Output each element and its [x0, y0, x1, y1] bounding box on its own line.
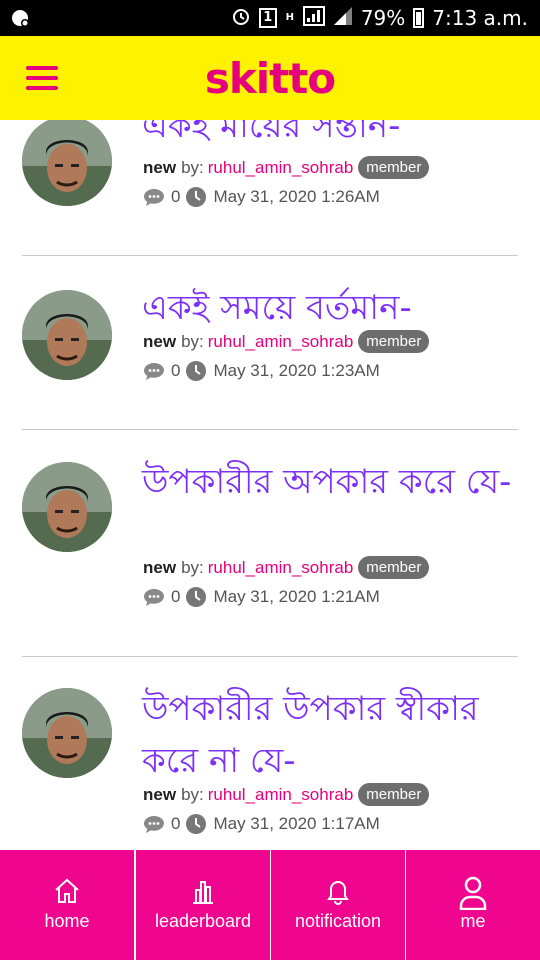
- author-link[interactable]: ruhul_amin_sohrab: [208, 332, 354, 352]
- battery-icon: [413, 8, 425, 28]
- by-label: by:: [181, 784, 204, 804]
- notification-icon: [10, 7, 32, 29]
- post-date: May 31, 2020 1:17AM: [213, 814, 380, 833]
- post-item[interactable]: উপকারীর উপকার স্বীকার করে না যে- new by:…: [22, 657, 518, 850]
- author-link[interactable]: ruhul_amin_sohrab: [208, 558, 354, 578]
- by-label: by:: [181, 557, 204, 577]
- signal-strength-icon: [333, 6, 353, 31]
- comment-count: 0: [171, 187, 181, 206]
- nav-home-label: home: [44, 911, 90, 931]
- post-title-link[interactable]: উপকারীর অপকার করে যে-: [142, 456, 512, 508]
- bar-chart-icon: [136, 876, 270, 908]
- nav-leaderboard-label: leaderboard: [154, 911, 252, 931]
- alarm-icon: [231, 6, 251, 31]
- app-header: skitto: [0, 36, 540, 120]
- avatar[interactable]: [22, 120, 112, 206]
- clock-icon: [185, 586, 207, 608]
- sim-indicator: 1: [258, 8, 277, 28]
- nav-home[interactable]: home: [0, 850, 134, 960]
- battery-percent: 79%: [360, 6, 406, 30]
- post-title-link[interactable]: একই সময়ে বর্তমান-: [142, 282, 512, 334]
- post-stats: 0 May 31, 2020 1:23AM: [143, 360, 380, 382]
- clock: 7:13 a.m.: [432, 6, 528, 30]
- post-date: May 31, 2020 1:23AM: [213, 361, 380, 380]
- brand-logo[interactable]: skitto: [0, 54, 540, 103]
- comment-count: 0: [171, 587, 181, 606]
- post-date: May 31, 2020 1:26AM: [213, 187, 380, 206]
- comment-count: 0: [171, 361, 181, 380]
- post-title-link[interactable]: একই মায়ের সন্তান-: [142, 120, 512, 152]
- clock-icon: [185, 186, 207, 208]
- post-meta: new by: ruhul_amin_sohrab member: [143, 156, 430, 179]
- role-badge: member: [358, 783, 430, 806]
- signal-icon: [302, 5, 325, 31]
- status-label: new: [143, 557, 177, 577]
- comment-icon: [143, 813, 165, 835]
- author-link[interactable]: ruhul_amin_sohrab: [208, 158, 354, 178]
- nav-leaderboard[interactable]: leaderboard: [136, 850, 270, 960]
- avatar[interactable]: [22, 688, 112, 778]
- clock-icon: [185, 360, 207, 382]
- nav-me[interactable]: me: [406, 850, 540, 960]
- post-stats: 0 May 31, 2020 1:26AM: [143, 186, 380, 208]
- post-item[interactable]: একই সময়ে বর্তমান- new by: ruhul_amin_so…: [22, 256, 518, 430]
- post-date: May 31, 2020 1:21AM: [213, 587, 380, 606]
- role-badge: member: [358, 330, 430, 353]
- post-meta: new by: ruhul_amin_sohrab member: [143, 783, 430, 806]
- role-badge: member: [358, 156, 430, 179]
- status-label: new: [143, 331, 177, 351]
- post-stats: 0 May 31, 2020 1:17AM: [143, 813, 380, 835]
- home-icon: [0, 876, 134, 908]
- nav-me-label: me: [460, 911, 486, 931]
- clock-icon: [185, 813, 207, 835]
- role-badge: member: [358, 556, 430, 579]
- user-icon: [406, 876, 540, 910]
- comment-icon: [143, 586, 165, 608]
- nav-notification[interactable]: notification: [271, 850, 405, 960]
- comment-icon: [143, 186, 165, 208]
- status-label: new: [143, 157, 177, 177]
- status-label: new: [143, 784, 177, 804]
- author-link[interactable]: ruhul_amin_sohrab: [208, 785, 354, 805]
- post-stats: 0 May 31, 2020 1:21AM: [143, 586, 380, 608]
- post-title-link[interactable]: উপকারীর উপকার স্বীকার করে না যে-: [142, 683, 512, 787]
- by-label: by:: [181, 157, 204, 177]
- post-feed[interactable]: একই মায়ের সন্তান- new by: ruhul_amin_so…: [0, 120, 540, 850]
- comment-count: 0: [171, 814, 181, 833]
- bottom-navigation: home leaderboard notification me: [0, 850, 540, 960]
- post-item[interactable]: একই মায়ের সন্তান- new by: ruhul_amin_so…: [22, 120, 518, 256]
- nav-notification-label: notification: [294, 911, 382, 931]
- comment-icon: [143, 360, 165, 382]
- post-meta: new by: ruhul_amin_sohrab member: [143, 556, 430, 579]
- avatar[interactable]: [22, 290, 112, 380]
- post-meta: new by: ruhul_amin_sohrab member: [143, 330, 430, 353]
- post-item[interactable]: উপকারীর অপকার করে যে- new by: ruhul_amin…: [22, 430, 518, 657]
- status-bar: 1 H 79% 7:13 a.m.: [0, 0, 540, 36]
- by-label: by:: [181, 331, 204, 351]
- network-type: H: [285, 12, 294, 23]
- avatar[interactable]: [22, 462, 112, 552]
- bell-icon: [271, 876, 405, 908]
